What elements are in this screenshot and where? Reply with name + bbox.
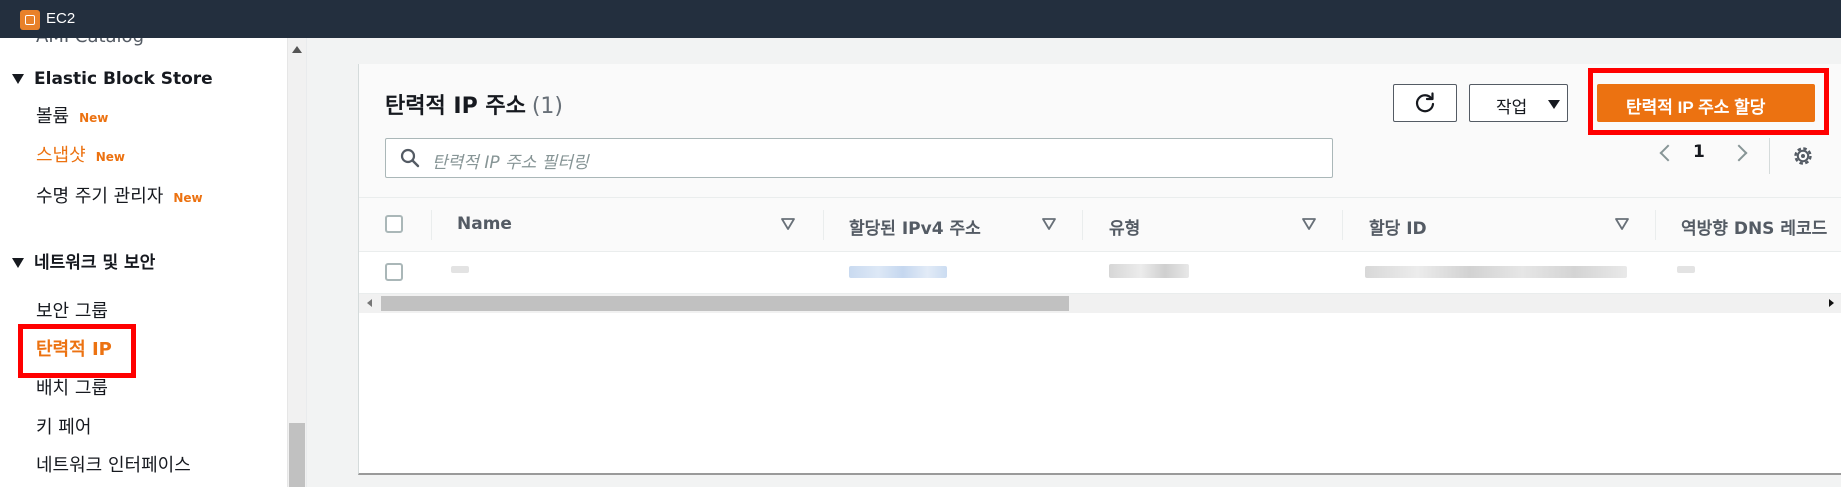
sidebar-item-security-groups[interactable]: 보안 그룹: [36, 297, 108, 323]
column-header-reverse-dns[interactable]: 역방향 DNS 레코드: [1681, 214, 1827, 239]
horizontal-scrollbar[interactable]: [359, 294, 1841, 313]
sidebar-item-volumes[interactable]: 볼륨 New: [36, 102, 108, 128]
search-icon: [400, 148, 420, 168]
sort-caret-icon[interactable]: [1615, 218, 1629, 230]
collapse-triangle-icon: [12, 74, 24, 84]
sort-caret-icon[interactable]: [781, 218, 795, 230]
column-divider: [823, 210, 824, 240]
new-badge: New: [79, 111, 109, 125]
new-badge: New: [173, 191, 203, 205]
next-page-icon[interactable]: [1730, 144, 1748, 162]
column-divider: [1082, 210, 1083, 240]
column-header-type[interactable]: 유형: [1109, 214, 1140, 239]
previous-page-icon[interactable]: [1659, 144, 1677, 162]
type-cell-obscured: [1109, 264, 1189, 278]
table-row[interactable]: [359, 252, 1841, 294]
sidebar-item-key-pairs[interactable]: 키 페어: [36, 413, 91, 439]
refresh-icon: [1415, 92, 1435, 113]
name-cell-obscured: [451, 266, 469, 273]
allocation-id-cell-obscured[interactable]: [1365, 266, 1627, 278]
page-number[interactable]: 1: [1693, 142, 1705, 162]
actions-dropdown[interactable]: 작업: [1469, 84, 1568, 122]
page-title: 탄력적 IP 주소 (1): [385, 88, 563, 120]
sidebar-section-network-security[interactable]: 네트워크 및 보안: [12, 248, 155, 273]
actions-label: 작업: [1496, 98, 1528, 118]
column-divider: [1655, 210, 1656, 240]
sidebar-section-title: 네트워크 및 보안: [34, 253, 156, 273]
sidebar-item-label: 볼륨: [36, 106, 70, 127]
column-header-ipv4[interactable]: 할당된 IPv4 주소: [849, 214, 981, 239]
column-header-allocation-id[interactable]: 할당 ID: [1369, 214, 1427, 239]
sidebar-item-label: 수명 주기 관리자: [36, 186, 164, 207]
item-count: (1): [531, 94, 564, 119]
sidebar-section-ebs[interactable]: Elastic Block Store: [12, 69, 213, 89]
new-badge: New: [95, 150, 125, 164]
ipv4-cell-obscured[interactable]: [849, 266, 947, 278]
sidebar-item-network-interfaces[interactable]: 네트워크 인터페이스: [36, 451, 191, 477]
sidebar: AMI Catalog Elastic Block Store 볼륨 New 스냅…: [0, 38, 287, 487]
gear-icon[interactable]: [1791, 144, 1815, 168]
highlight-box: [18, 324, 136, 378]
divider: [306, 38, 307, 487]
scrollbar-thumb[interactable]: [381, 296, 1069, 311]
row-checkbox[interactable]: [385, 263, 403, 281]
sidebar-item-snapshots[interactable]: 스냅샷 New: [36, 141, 125, 167]
search-placeholder: 탄력적 IP 주소 필터링: [432, 153, 589, 173]
refresh-button[interactable]: [1393, 84, 1457, 122]
sort-caret-icon[interactable]: [1302, 218, 1316, 230]
search-input[interactable]: 탄력적 IP 주소 필터링: [385, 138, 1333, 178]
sort-caret-icon[interactable]: [1042, 218, 1056, 230]
scrollbar-thumb[interactable]: [289, 423, 305, 487]
ec2-logo-icon[interactable]: [20, 10, 40, 30]
sidebar-section-title: Elastic Block Store: [34, 69, 213, 89]
service-title[interactable]: EC2: [46, 10, 75, 27]
divider: [1769, 138, 1770, 174]
select-all-checkbox[interactable]: [385, 215, 403, 233]
page-title-text: 탄력적 IP 주소: [385, 94, 526, 119]
sidebar-scrollbar[interactable]: [287, 38, 306, 487]
table-header: Name 할당된 IPv4 주소 유형 할당 ID 역방향 DNS 레코드: [359, 198, 1841, 252]
scroll-up-icon[interactable]: [292, 46, 302, 53]
column-divider: [431, 210, 432, 240]
column-divider: [1342, 210, 1343, 240]
scroll-right-icon[interactable]: [1829, 299, 1834, 307]
top-bar: EC2: [0, 0, 1841, 38]
collapse-triangle-icon: [12, 258, 24, 268]
caret-down-icon: [1548, 100, 1560, 109]
sidebar-item-ami-catalog[interactable]: AMI Catalog: [36, 38, 144, 47]
reverse-dns-cell-obscured: [1677, 266, 1695, 273]
sidebar-item-label: 스냅샷: [36, 145, 86, 166]
scroll-left-icon[interactable]: [367, 299, 372, 307]
sidebar-item-lifecycle-manager[interactable]: 수명 주기 관리자 New: [36, 182, 203, 208]
highlight-box: [1588, 68, 1829, 135]
column-header-name[interactable]: Name: [457, 214, 512, 234]
